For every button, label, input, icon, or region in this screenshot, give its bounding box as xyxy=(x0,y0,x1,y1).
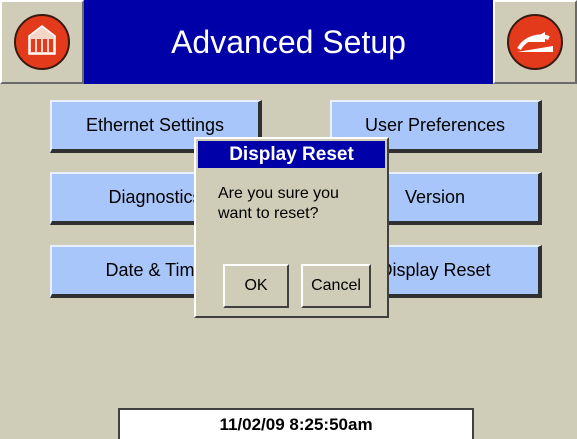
cancel-button[interactable]: Cancel xyxy=(301,264,371,308)
dialog-message: Are you sure you want to reset? xyxy=(218,184,383,224)
datetime-display: 11/02/09 8:25:50am xyxy=(118,408,474,439)
home-icon xyxy=(14,14,70,70)
back-icon xyxy=(507,14,563,70)
home-button[interactable] xyxy=(0,0,84,84)
page-title: Advanced Setup xyxy=(84,0,493,84)
display-reset-dialog: Display Reset Are you sure you want to r… xyxy=(194,137,389,318)
dialog-message-line-2: want to reset? xyxy=(218,205,319,222)
dialog-message-line-1: Are you sure you xyxy=(218,185,339,202)
advanced-setup-screen: Advanced Setup Ethernet Settings User Pr… xyxy=(0,0,577,439)
dialog-title: Display Reset xyxy=(198,141,385,168)
header: Advanced Setup xyxy=(0,0,577,84)
back-button[interactable] xyxy=(493,0,577,84)
ok-button[interactable]: OK xyxy=(223,264,289,308)
